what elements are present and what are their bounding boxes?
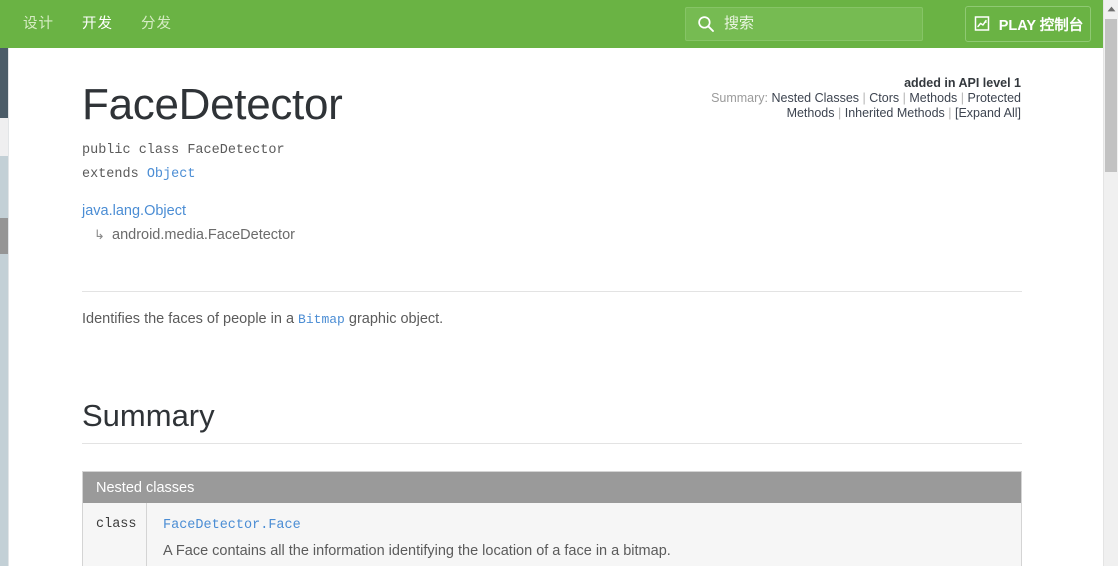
signature-class-name: FaceDetector xyxy=(187,143,285,158)
left-rail[interactable] xyxy=(0,48,9,566)
summary-link-inherited-methods[interactable]: Inherited Methods xyxy=(845,106,945,120)
api-level-label: added in API level 1 xyxy=(904,76,1021,90)
play-console-icon xyxy=(973,15,992,34)
description-text-before: Identifies the faces of people in a xyxy=(82,311,299,327)
search-box[interactable] xyxy=(685,7,923,41)
summary-separator: | xyxy=(957,91,968,106)
summary-link-methods[interactable]: Methods xyxy=(909,91,957,105)
nested-classes-header-label: Nested classes xyxy=(96,479,195,496)
summary-section-title: Summary xyxy=(82,398,215,433)
summary-separator: | xyxy=(944,105,955,120)
inheritance-child-label: android.media.FaceDetector xyxy=(112,227,295,243)
divider-below-summary-title xyxy=(82,443,1022,444)
divider-above-description xyxy=(82,291,1022,292)
table-row: class FaceDetector.Face A Face contains … xyxy=(83,503,1021,566)
nested-classes-table: Nested classes class FaceDetector.Face A… xyxy=(82,471,1022,566)
browser-page: 设计 开发 分发 PLAY 控制台 xyxy=(0,0,1118,566)
summary-link-expand-all[interactable]: [Expand All] xyxy=(955,106,1021,120)
summary-prefix: Summary: xyxy=(711,91,769,106)
play-console-button[interactable]: PLAY 控制台 xyxy=(965,6,1091,42)
play-console-label: PLAY 控制台 xyxy=(998,17,1084,34)
inheritance-arrow-icon: ↳ xyxy=(94,227,105,242)
inheritance-parent-link[interactable]: java.lang.Object xyxy=(82,203,186,219)
nested-class-description: A Face contains all the information iden… xyxy=(163,543,671,559)
site-header: 设计 开发 分发 PLAY 控制台 xyxy=(0,0,1108,48)
vertical-scrollbar[interactable] xyxy=(1103,0,1118,566)
table-cell-description: FaceDetector.Face A Face contains all th… xyxy=(147,503,1021,566)
summary-separator: | xyxy=(859,91,870,106)
nav-tab-design[interactable]: 设计 xyxy=(20,0,57,48)
class-description: Identifies the faces of people in a Bitm… xyxy=(82,308,443,331)
inheritance-parent: java.lang.Object xyxy=(82,201,186,221)
summary-links: Summary: Nested Classes | Ctors | Method… xyxy=(711,91,1021,119)
summary-link-nested-classes[interactable]: Nested Classes xyxy=(772,91,860,105)
inheritance-child: ↳ android.media.FaceDetector xyxy=(94,225,295,245)
summary-separator: | xyxy=(899,91,910,106)
class-signature-line-2: extends Object xyxy=(82,166,195,184)
page-title: FaceDetector xyxy=(82,80,343,129)
class-signature-line-1: public class FaceDetector xyxy=(82,142,285,160)
nested-classes-table-header: Nested classes xyxy=(83,472,1021,503)
description-text-after: graphic object. xyxy=(344,311,444,327)
signature-extends-keyword: extends xyxy=(82,167,147,182)
summary-separator: | xyxy=(834,105,845,120)
scroll-up-arrow-icon[interactable] xyxy=(1104,0,1118,17)
nested-class-link[interactable]: FaceDetector.Face xyxy=(163,517,1005,535)
scrollbar-thumb[interactable] xyxy=(1105,19,1117,172)
table-cell-type: class xyxy=(83,503,147,566)
signature-modifiers: public class xyxy=(82,143,188,158)
signature-superclass-link[interactable]: Object xyxy=(147,167,196,182)
search-input[interactable] xyxy=(724,14,914,34)
nav-tab-distribute[interactable]: 分发 xyxy=(138,0,175,48)
summary-link-ctors[interactable]: Ctors xyxy=(869,91,899,105)
primary-nav: 设计 开发 分发 xyxy=(20,0,175,48)
description-code-link[interactable]: Bitmap xyxy=(298,312,345,327)
document-content: added in API level 1 Summary: Nested Cla… xyxy=(9,48,1103,566)
nav-tab-develop[interactable]: 开发 xyxy=(79,0,116,48)
search-icon xyxy=(697,15,715,33)
api-meta-block: added in API level 1 Summary: Nested Cla… xyxy=(711,76,1021,120)
